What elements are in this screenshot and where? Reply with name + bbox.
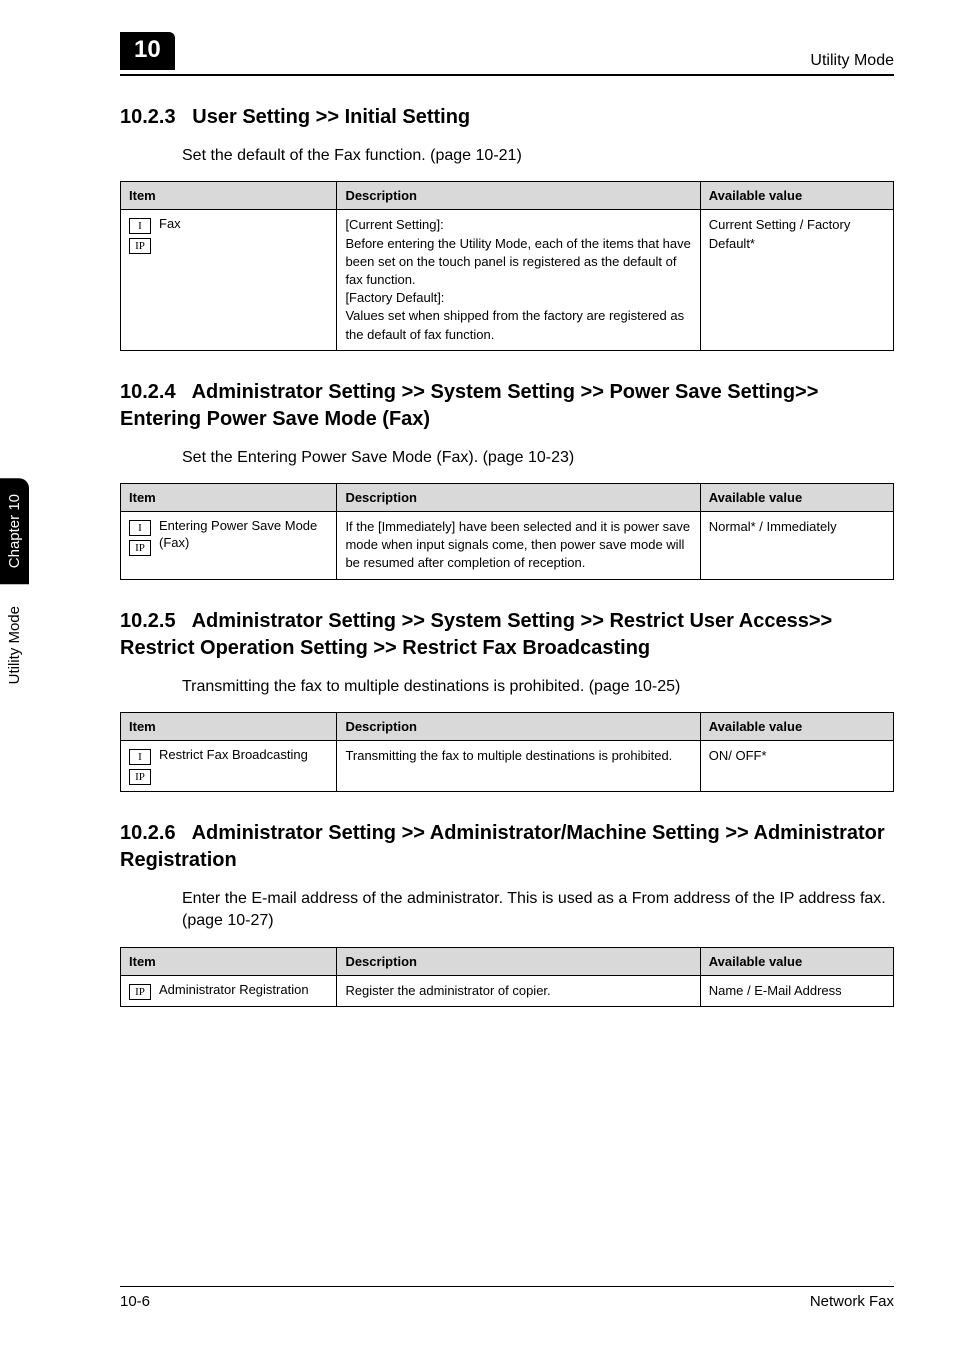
item-desc: If the [Immediately] have been selected … (337, 512, 700, 580)
header-utility-label: Utility Mode (810, 52, 894, 70)
side-tab: Chapter 10 Utility Mode (0, 478, 29, 689)
section-title: User Setting >> Initial Setting (192, 106, 470, 128)
item-avail: ON/ OFF* (700, 741, 893, 792)
section-heading: 10.2.3 User Setting >> Initial Setting (120, 104, 894, 131)
chapter-number-box: 10 (120, 32, 175, 70)
table-row: I IP Entering Power Save Mode (Fax) If t… (121, 512, 894, 580)
item-desc: Register the administrator of copier. (337, 975, 700, 1006)
mode-ip-icon: IP (129, 238, 151, 254)
item-label: Fax (159, 216, 181, 233)
section-number: 10.2.5 (120, 610, 176, 632)
th-item: Item (121, 484, 337, 512)
section-number: 10.2.4 (120, 381, 176, 403)
section-intro: Transmitting the fax to multiple destina… (182, 676, 894, 698)
mode-i-icon: I (129, 749, 151, 765)
item-label: Administrator Registration (159, 982, 309, 999)
th-desc: Description (337, 484, 700, 512)
th-item: Item (121, 947, 337, 975)
item-avail: Current Setting / Factory Default* (700, 210, 893, 350)
mode-ip-icon: IP (129, 540, 151, 556)
spec-table: Item Description Available value I IP Fa… (120, 181, 894, 350)
footer-page-number: 10-6 (120, 1293, 150, 1310)
item-avail: Name / E-Mail Address (700, 975, 893, 1006)
th-item: Item (121, 182, 337, 210)
mode-ip-icon: IP (129, 769, 151, 785)
spec-table: Item Description Available value IP Admi… (120, 947, 894, 1007)
section-intro: Set the default of the Fax function. (pa… (182, 145, 894, 167)
mode-i-icon: I (129, 218, 151, 234)
section-title: Administrator Setting >> System Setting … (120, 381, 818, 430)
item-label: Entering Power Save Mode (Fax) (159, 518, 328, 552)
section-heading: 10.2.4 Administrator Setting >> System S… (120, 379, 894, 433)
item-label: Restrict Fax Broadcasting (159, 747, 308, 764)
spec-table: Item Description Available value I IP Re… (120, 712, 894, 792)
section-title: Administrator Setting >> Administrator/M… (120, 822, 885, 871)
table-row: I IP Fax [Current Setting]: Before enter… (121, 210, 894, 350)
th-avail: Available value (700, 713, 893, 741)
side-mode-label: Utility Mode (2, 602, 27, 688)
th-avail: Available value (700, 182, 893, 210)
th-desc: Description (337, 713, 700, 741)
mode-ip-icon: IP (129, 984, 151, 1000)
th-avail: Available value (700, 484, 893, 512)
section-heading: 10.2.5 Administrator Setting >> System S… (120, 608, 894, 662)
item-desc: Transmitting the fax to multiple destina… (337, 741, 700, 792)
section-title: Administrator Setting >> System Setting … (120, 610, 832, 659)
th-avail: Available value (700, 947, 893, 975)
th-desc: Description (337, 182, 700, 210)
section-intro: Enter the E-mail address of the administ… (182, 888, 894, 933)
table-row: IP Administrator Registration Register t… (121, 975, 894, 1006)
section-number: 10.2.3 (120, 106, 176, 128)
side-chapter-label: Chapter 10 (0, 478, 29, 584)
footer-doc-title: Network Fax (810, 1293, 894, 1310)
table-row: I IP Restrict Fax Broadcasting Transmitt… (121, 741, 894, 792)
mode-i-icon: I (129, 520, 151, 536)
th-item: Item (121, 713, 337, 741)
section-number: 10.2.6 (120, 822, 176, 844)
th-desc: Description (337, 947, 700, 975)
item-desc: [Current Setting]: Before entering the U… (337, 210, 700, 350)
section-heading: 10.2.6 Administrator Setting >> Administ… (120, 820, 894, 874)
item-avail: Normal* / Immediately (700, 512, 893, 580)
section-intro: Set the Entering Power Save Mode (Fax). … (182, 447, 894, 469)
spec-table: Item Description Available value I IP En… (120, 483, 894, 580)
